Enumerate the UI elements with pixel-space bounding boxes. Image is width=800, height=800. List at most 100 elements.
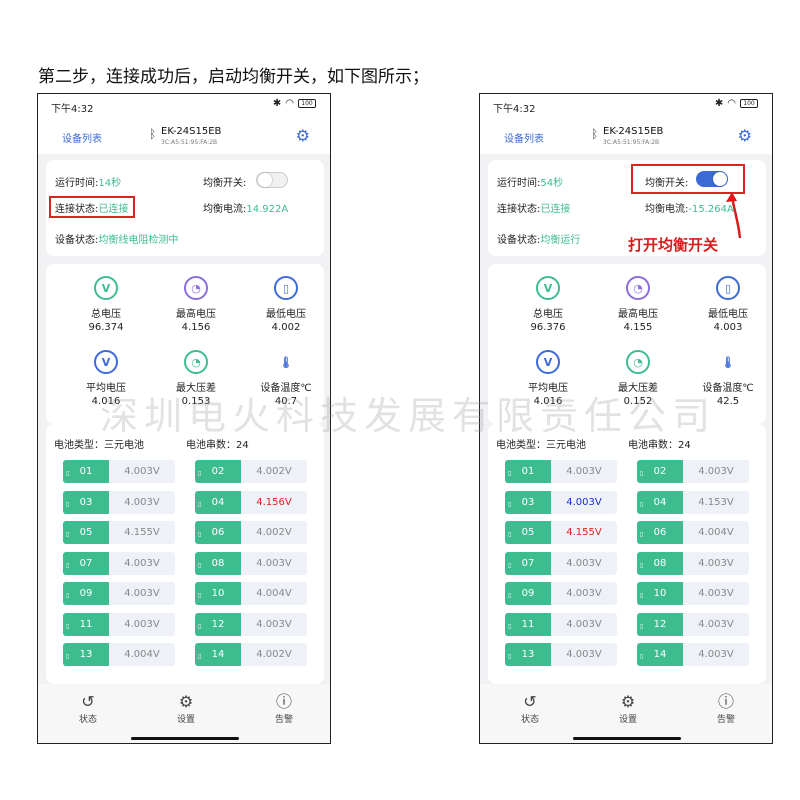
cell-voltage-item[interactable]: ▯ 12 4.003V	[637, 612, 749, 636]
avg-voltage-icon: V	[94, 350, 118, 374]
cell-voltage-value: 4.003V	[566, 649, 602, 660]
cell-voltage-item[interactable]: ▯ 14 4.002V	[195, 643, 307, 666]
cell-voltage-item[interactable]: ▯ 11 4.003V	[63, 612, 175, 636]
home-indicator	[131, 737, 239, 740]
balance-current-label: 均衡电流:	[203, 204, 247, 215]
tab-settings[interactable]: ⚙ 设置	[156, 692, 216, 725]
cell-voltage-item[interactable]: ▯ 08 4.003V	[195, 551, 307, 575]
cell-voltage-value: 4.002V	[256, 466, 292, 477]
thermometer-icon: 🌡	[721, 355, 735, 369]
cell-voltage-value: 4.004V	[698, 527, 734, 538]
cell-voltage-item[interactable]: ▯ 11 4.003V	[505, 612, 617, 636]
stat-item: ▯ 最低电压 4.002	[246, 276, 326, 333]
cell-index-label: 14	[653, 649, 667, 660]
cell-battery-icon: ▯	[508, 531, 512, 538]
tab-status[interactable]: ↺ 状态	[58, 692, 118, 725]
balance-current-value: 14.922A	[246, 204, 289, 215]
cell-voltage-value: 4.003V	[124, 466, 160, 477]
cell-battery-icon: ▯	[198, 531, 202, 538]
cell-index: ▯ 12	[637, 612, 683, 636]
home-indicator	[573, 737, 681, 740]
cell-voltage-item[interactable]: ▯ 03 4.003V	[505, 490, 617, 514]
status-icons: ✱ ◠ 100	[273, 98, 316, 109]
cell-voltage-item[interactable]: ▯ 02 4.002V	[195, 460, 307, 483]
cell-battery-icon: ▯	[508, 470, 512, 477]
min-voltage-battery-icon: ▯	[274, 276, 298, 300]
tab-alarm[interactable]: ⓘ 告警	[696, 692, 756, 725]
cell-voltage-item[interactable]: ▯ 09 4.003V	[505, 582, 617, 605]
cell-voltage-item[interactable]: ▯ 10 4.004V	[195, 582, 307, 605]
gear-icon[interactable]: ⚙	[738, 126, 752, 145]
cell-index: ▯ 10	[195, 582, 241, 605]
cell-index: ▯ 05	[505, 521, 551, 544]
tab-status[interactable]: ↺ 状态	[500, 692, 560, 725]
cell-battery-icon: ▯	[66, 531, 70, 538]
tab-label: 设置	[176, 715, 195, 725]
cell-voltage-item[interactable]: ▯ 08 4.003V	[637, 551, 749, 575]
status-time: 下午4:32	[51, 104, 94, 115]
highlight-connection-status	[49, 196, 135, 218]
runtime-label: 运行时间:	[55, 178, 99, 189]
cell-voltage-value: 4.003V	[566, 618, 602, 630]
cell-index: ▯ 01	[505, 460, 551, 483]
cells-card: 电池类型：三元电池 电池串数：24 ▯ 01 4.003V ▯ 02 4.002V ▯ 03 4.0…	[46, 424, 324, 684]
cell-voltage-item[interactable]: ▯ 07 4.003V	[505, 551, 617, 575]
cell-index: ▯ 14	[195, 643, 241, 666]
cell-index-label: 10	[653, 588, 667, 599]
cell-index-label: 07	[521, 557, 535, 569]
cell-index-label: 09	[79, 588, 93, 599]
cell-voltage-item[interactable]: ▯ 13 4.004V	[63, 643, 175, 666]
cell-voltage-value: 4.003V	[566, 496, 602, 508]
cell-voltage-item[interactable]: ▯ 10 4.003V	[637, 582, 749, 605]
cell-index-label: 02	[211, 466, 225, 477]
stat-value: 4.155	[623, 322, 653, 333]
cell-index: ▯ 02	[637, 460, 683, 483]
tab-label: 告警	[716, 715, 735, 725]
cell-voltage-item[interactable]: ▯ 06 4.002V	[195, 521, 307, 544]
gear-icon[interactable]: ⚙	[296, 126, 310, 145]
cell-voltage-item[interactable]: ▯ 04 4.153V	[637, 490, 749, 514]
device-list-link[interactable]: 设备列表	[62, 130, 102, 145]
cell-voltage-value: 4.003V	[256, 618, 292, 630]
instruction-caption: 第二步，连接成功后，启动均衡开关，如下图所示；	[38, 67, 429, 87]
toggle-knob	[258, 173, 272, 187]
cell-voltage-item[interactable]: ▯ 09 4.003V	[63, 582, 175, 605]
cell-voltage-item[interactable]: ▯ 07 4.003V	[63, 551, 175, 575]
cell-voltage-item[interactable]: ▯ 05 4.155V	[505, 521, 617, 544]
cell-battery-icon: ▯	[640, 653, 644, 660]
cell-voltage-item[interactable]: ▯ 04 4.156V	[195, 490, 307, 514]
cell-index: ▯ 07	[63, 551, 109, 575]
cell-index-label: 04	[653, 496, 667, 508]
cell-voltage-value: 4.003V	[566, 588, 602, 599]
cell-index-label: 12	[211, 618, 225, 630]
cell-index-label: 04	[211, 496, 225, 508]
stat-value: 96.374	[88, 322, 124, 333]
cell-index-label: 01	[521, 466, 535, 477]
tab-alarm[interactable]: ⓘ 告警	[254, 692, 314, 725]
cell-voltage-item[interactable]: ▯ 01 4.003V	[63, 460, 175, 483]
status-bar: 下午4:32 ✱ ◠ 100	[38, 94, 330, 118]
cell-voltage-item[interactable]: ▯ 05 4.155V	[63, 521, 175, 544]
cell-index-label: 13	[521, 649, 535, 660]
cell-voltage-value: 4.004V	[124, 649, 160, 660]
bluetooth-status-icon: ✱	[714, 98, 724, 109]
tab-settings[interactable]: ⚙ 设置	[598, 692, 658, 725]
cell-index-label: 03	[521, 496, 535, 508]
cell-voltage-item[interactable]: ▯ 03 4.003V	[63, 490, 175, 514]
cell-index-label: 13	[79, 649, 93, 660]
balance-current: 均衡电流:14.922A	[203, 200, 288, 215]
cell-battery-icon: ▯	[66, 500, 70, 508]
cell-voltage-item[interactable]: ▯ 02 4.003V	[637, 460, 749, 483]
device-list-link[interactable]: 设备列表	[504, 130, 544, 145]
cell-voltage-item[interactable]: ▯ 06 4.004V	[637, 521, 749, 544]
device-status-label: 设备状态:	[497, 235, 541, 246]
cell-voltage-item[interactable]: ▯ 12 4.003V	[195, 612, 307, 636]
device-status-label: 设备状态:	[55, 235, 99, 246]
max-diff-gauge-icon: ◔	[184, 350, 208, 374]
cell-voltage-item[interactable]: ▯ 13 4.003V	[505, 643, 617, 666]
cell-voltage-item[interactable]: ▯ 01 4.003V	[505, 460, 617, 483]
cell-voltage-item[interactable]: ▯ 14 4.003V	[637, 643, 749, 666]
cell-voltage-value: 4.003V	[124, 557, 160, 569]
balance-switch-toggle[interactable]	[256, 172, 288, 188]
runtime-label: 运行时间:	[497, 178, 541, 189]
